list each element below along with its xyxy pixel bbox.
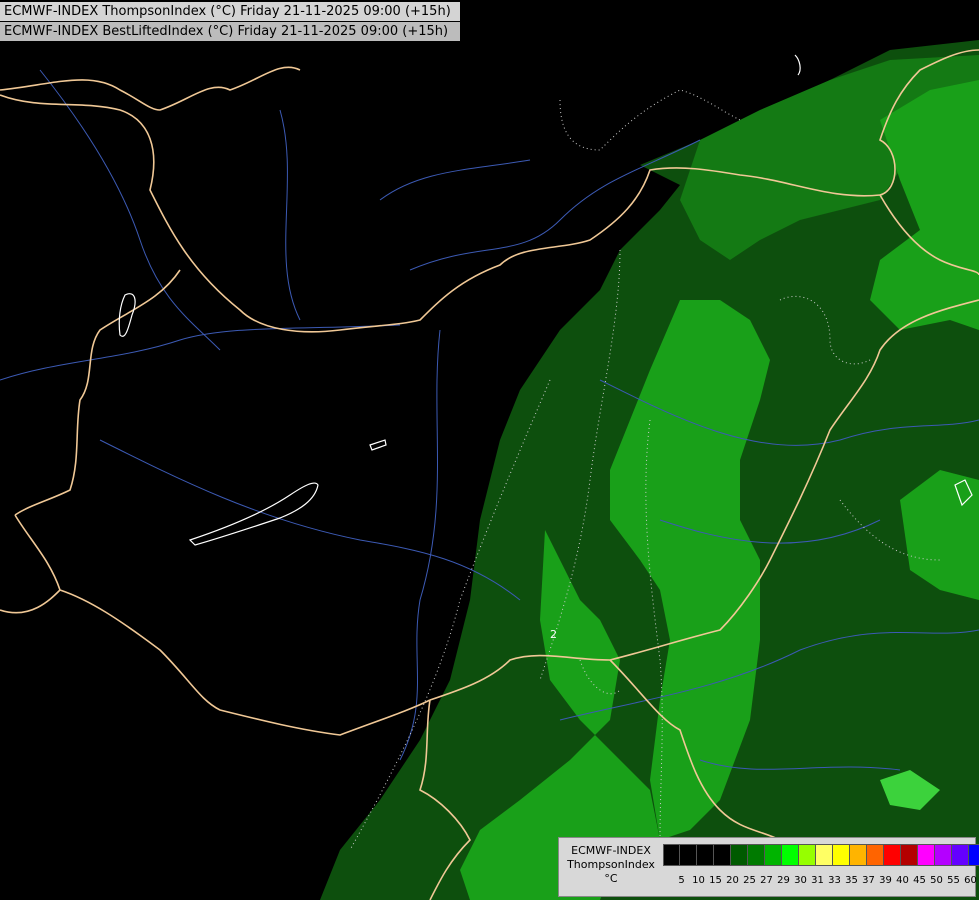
legend-swatch	[952, 844, 969, 866]
legend-tick: 37	[862, 875, 875, 886]
legend-swatches	[663, 844, 979, 866]
legend-tick: 25	[743, 875, 756, 886]
legend-tick: 55	[947, 875, 960, 886]
legend-swatch	[680, 844, 697, 866]
legend-swatch	[969, 844, 979, 866]
legend-tick: 10	[692, 875, 705, 886]
legend-swatch	[867, 844, 884, 866]
legend-swatch	[850, 844, 867, 866]
legend-swatch	[731, 844, 748, 866]
legend-tick: 31	[811, 875, 824, 886]
legend-swatch	[901, 844, 918, 866]
legend-ticks: 5 10 15 20 25 27 29 30 31 33 35 37 39 40 45 50 55 60	[673, 875, 979, 886]
legend-swatch	[935, 844, 952, 866]
legend-swatch	[748, 844, 765, 866]
legend-line2: ThompsonIndex	[567, 858, 655, 871]
title-thompson-index: ECMWF-INDEX ThompsonIndex (°C) Friday 21…	[0, 2, 460, 21]
legend-tick: 27	[760, 875, 773, 886]
legend-tick: 20	[726, 875, 739, 886]
legend-line1: ECMWF-INDEX	[571, 844, 651, 857]
title-best-lifted-index: ECMWF-INDEX BestLiftedIndex (°C) Friday …	[0, 22, 460, 41]
legend-tick: 45	[913, 875, 926, 886]
legend-swatch	[833, 844, 850, 866]
legend-unit: °C	[604, 872, 618, 885]
legend-tick: 40	[896, 875, 909, 886]
legend-swatch	[918, 844, 935, 866]
legend-title: ECMWF-INDEX ThompsonIndex °C	[563, 844, 659, 886]
legend-tick: 30	[794, 875, 807, 886]
legend-tick: 50	[930, 875, 943, 886]
legend-tick: 5	[678, 875, 685, 886]
legend-swatch	[816, 844, 833, 866]
legend-swatch	[782, 844, 799, 866]
legend-tick: 60	[964, 875, 977, 886]
legend-tick: 15	[709, 875, 722, 886]
legend-tick: 39	[879, 875, 892, 886]
legend-swatch	[765, 844, 782, 866]
legend-swatch	[799, 844, 816, 866]
legend-swatch	[663, 844, 680, 866]
contour-label: 2	[550, 628, 557, 641]
legend-swatch	[884, 844, 901, 866]
color-legend: ECMWF-INDEX ThompsonIndex °C 5 10 15 20 25 27…	[558, 837, 979, 897]
legend-swatch	[697, 844, 714, 866]
weather-map: 2	[0, 0, 979, 900]
legend-tick: 35	[845, 875, 858, 886]
legend-tick: 33	[828, 875, 841, 886]
legend-tick: 29	[777, 875, 790, 886]
legend-swatch	[714, 844, 731, 866]
